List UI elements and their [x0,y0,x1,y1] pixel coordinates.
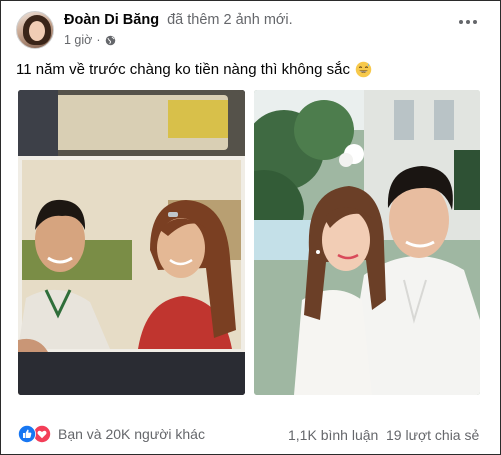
globe-icon[interactable] [105,35,116,46]
recent-couple-photo-art [254,90,480,395]
author-avatar[interactable] [16,11,54,49]
post-header: Đoàn Di Băng đã thêm 2 ảnh mới. [64,12,293,28]
more-dot [473,20,477,24]
recent-couple-photo[interactable] [254,90,480,395]
avatar-face [29,21,45,41]
meta-separator: · [96,33,101,47]
more-options-icon[interactable] [453,9,483,35]
comments-count-link[interactable]: 1,1K bình luận [288,427,378,443]
post-caption: 11 năm về trước chàng ko tiền nàng thì k… [16,61,372,78]
like-icon [18,425,36,443]
author-name-link[interactable]: Đoàn Di Băng [64,12,159,28]
post-meta: 1 giờ · [64,33,116,47]
shares-count-link[interactable]: 19 lượt chia sẻ [386,427,479,443]
old-couple-photo-art [18,90,245,395]
post-footer: Bạn và 20K người khác 1,1K bình luận 19 … [1,417,500,447]
facebook-post: Đoàn Di Băng đã thêm 2 ảnh mới. 1 giờ · … [0,0,501,455]
post-action-text: đã thêm 2 ảnh mới. [167,12,293,28]
old-couple-photo[interactable] [18,90,245,395]
reaction-count-text: Bạn và 20K người khác [58,426,205,442]
reactions-summary[interactable]: Bạn và 20K người khác [18,425,205,443]
more-dot [459,20,463,24]
post-timestamp[interactable]: 1 giờ [64,33,92,47]
caption-text: 11 năm về trước chàng ko tiền nàng thì k… [16,61,350,78]
more-dot [466,20,470,24]
grinning-sweat-emoji-icon [355,61,372,78]
